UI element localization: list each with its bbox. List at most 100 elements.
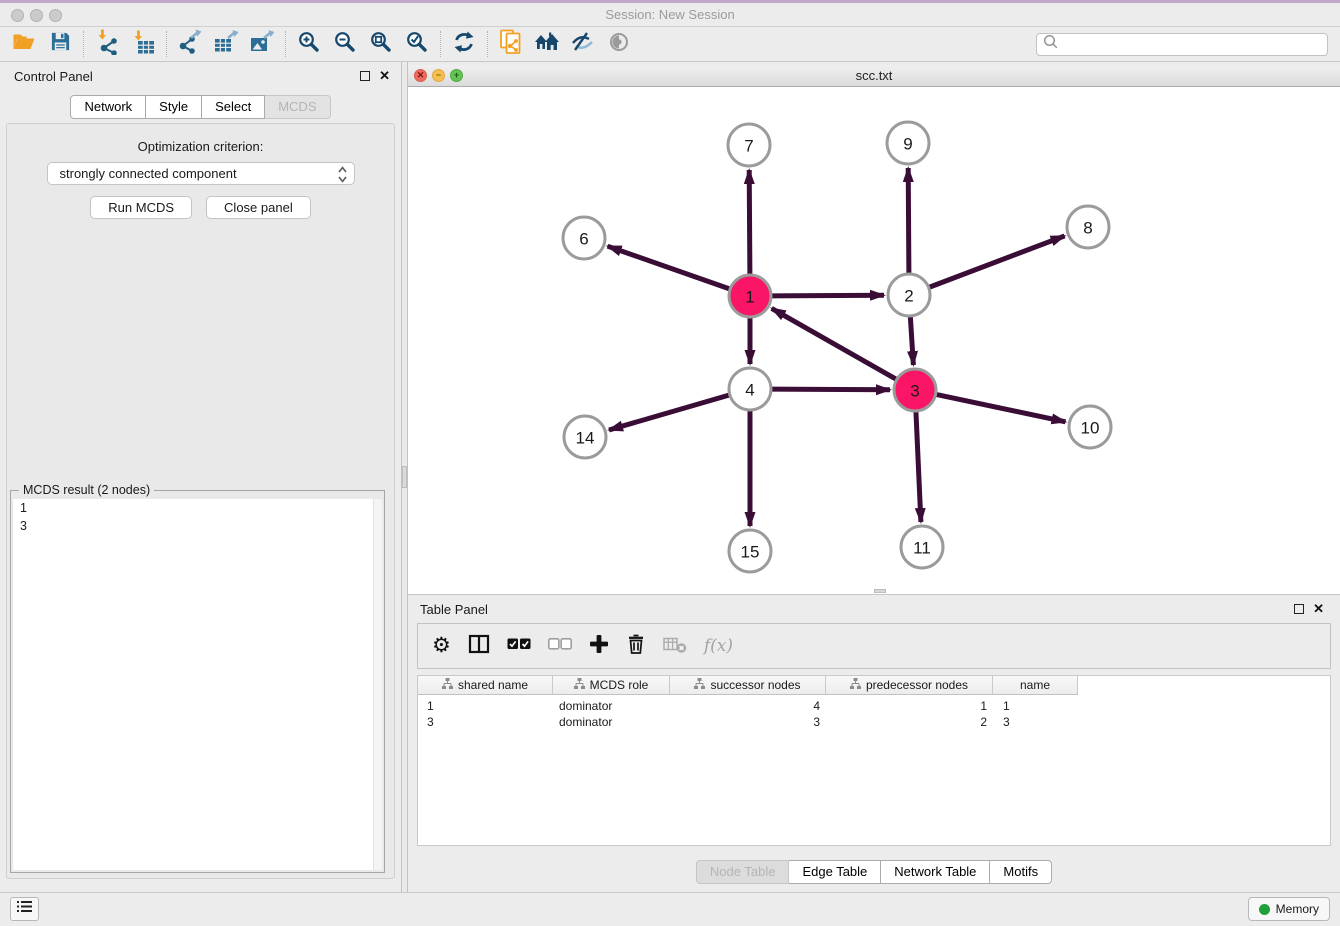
tab-network-table[interactable]: Network Table [881,860,990,884]
import-network-button[interactable] [89,29,125,59]
add-row-button[interactable] [589,634,609,659]
graph-node-label: 1 [745,288,754,307]
table-header-filler [1078,676,1330,695]
open-folder-icon [12,32,36,57]
table-settings-button[interactable]: ⚙ [432,635,451,657]
table-cell[interactable]: dominator [553,715,670,729]
right-area: ✕ − + scc.txt 7968124314101511 Table Pan… [408,62,1340,892]
export-table-button[interactable] [208,29,244,59]
column-header-shared-name[interactable]: shared name [418,676,553,695]
network-graph: 7968124314101511 [408,87,1340,594]
tab-motifs[interactable]: Motifs [990,860,1052,884]
tab-select[interactable]: Select [202,95,265,119]
network-canvas[interactable]: 7968124314101511 [408,87,1340,594]
column-header-name[interactable]: name [993,676,1078,695]
refresh-view-button[interactable] [446,29,482,59]
import-table-button[interactable] [125,29,161,59]
column-header-successor-nodes[interactable]: successor nodes [670,676,826,695]
close-panel-icon[interactable]: ✕ [379,71,390,81]
graph-edge-1-2[interactable] [771,295,884,296]
columns-icon [468,641,490,658]
graph-edge-2-8[interactable] [929,236,1065,288]
float-panel-icon[interactable] [360,71,370,81]
minimize-network-icon[interactable]: − [432,69,445,82]
graph-edge-3-10[interactable] [936,394,1066,422]
graph-edge-1-7[interactable] [749,170,750,275]
zoom-selected-button[interactable] [399,29,435,59]
first-neighbors-button[interactable] [529,29,565,59]
tab-network[interactable]: Network [70,95,146,119]
tab-mcds[interactable]: MCDS [265,95,330,119]
table-header-row: shared name MCDS role successor nodes prede… [418,676,1330,695]
graph-edge-3-1[interactable] [772,308,897,379]
table-cell[interactable]: 1 [826,699,993,713]
show-all-button[interactable] [601,29,637,59]
dropdown-stepper-icon [337,165,348,184]
table-row[interactable]: 1dominator411 [418,698,1330,714]
export-image-button[interactable] [244,29,280,59]
graph-edge-1-6[interactable] [608,246,731,289]
node-table: shared name MCDS role successor nodes prede… [417,675,1331,846]
column-header-label: shared name [458,678,528,692]
graph-edge-2-3[interactable] [910,316,913,365]
table-cell[interactable]: 3 [670,715,826,729]
panel-splitter[interactable] [401,62,408,892]
mcds-result-text[interactable]: 13 [13,499,382,870]
minimize-window-icon[interactable] [30,9,43,22]
zoom-in-button[interactable] [291,29,327,59]
select-all-rows-button[interactable] [507,637,531,656]
maximize-network-icon[interactable]: + [450,69,463,82]
column-header-label: successor nodes [710,678,800,692]
column-header-mcds-role[interactable]: MCDS role [553,676,670,695]
close-panel-button[interactable]: Close panel [206,196,311,219]
delete-row-button[interactable] [626,633,646,660]
table-cell[interactable]: 1 [418,699,553,713]
table-cell[interactable]: dominator [553,699,670,713]
close-window-icon[interactable] [11,9,24,22]
import-network-icon [95,29,119,60]
table-cell[interactable]: 4 [670,699,826,713]
control-panel-header: Control Panel [0,62,401,90]
column-header-predecessor-nodes[interactable]: predecessor nodes [826,676,993,695]
show-columns-button[interactable] [468,634,490,659]
zoom-out-button[interactable] [327,29,363,59]
tab-edge-table[interactable]: Edge Table [789,860,881,884]
search-input[interactable] [1063,37,1322,51]
close-network-icon[interactable]: ✕ [414,69,427,82]
table-cell[interactable]: 1 [993,699,1078,713]
criterion-dropdown[interactable]: strongly connected component [47,162,355,185]
table-cell[interactable]: 3 [418,715,553,729]
search-field[interactable] [1036,33,1328,56]
toolbar-separator [83,31,84,57]
float-table-panel-icon[interactable] [1294,604,1304,614]
splitter-handle[interactable] [402,466,407,488]
open-session-button[interactable] [6,29,42,59]
zoom-window-icon[interactable] [49,9,62,22]
close-table-panel-icon[interactable]: ✕ [1313,604,1324,614]
graph-node-label: 6 [579,230,588,249]
tab-node-table[interactable]: Node Table [696,860,790,884]
task-history-button[interactable] [10,897,39,921]
table-row[interactable]: 3dominator323 [418,714,1330,730]
graph-edge-2-9[interactable] [908,168,909,274]
graph-edge-3-11[interactable] [916,411,921,522]
graph-node-label: 2 [904,287,913,306]
table-toolbar: ⚙ f(x) [417,623,1331,669]
resize-grip[interactable] [874,589,886,593]
export-network-button[interactable] [172,29,208,59]
save-session-button[interactable] [42,29,78,59]
memory-button[interactable]: Memory [1248,897,1330,921]
table-cell[interactable]: 3 [993,715,1078,729]
tab-style[interactable]: Style [146,95,202,119]
zoom-fit-button[interactable] [363,29,399,59]
graph-edge-4-14[interactable] [609,395,730,430]
graph-edge-4-3[interactable] [771,389,890,390]
run-mcds-button[interactable]: Run MCDS [90,196,192,219]
eye-icon [607,31,631,58]
result-scrollbar[interactable] [373,499,382,870]
hide-selected-button[interactable] [565,29,601,59]
deselect-all-rows-button[interactable] [548,637,572,656]
network-window-titlebar[interactable]: ✕ − + scc.txt [408,65,1340,87]
clone-network-button[interactable] [493,29,529,59]
table-cell[interactable]: 2 [826,715,993,729]
